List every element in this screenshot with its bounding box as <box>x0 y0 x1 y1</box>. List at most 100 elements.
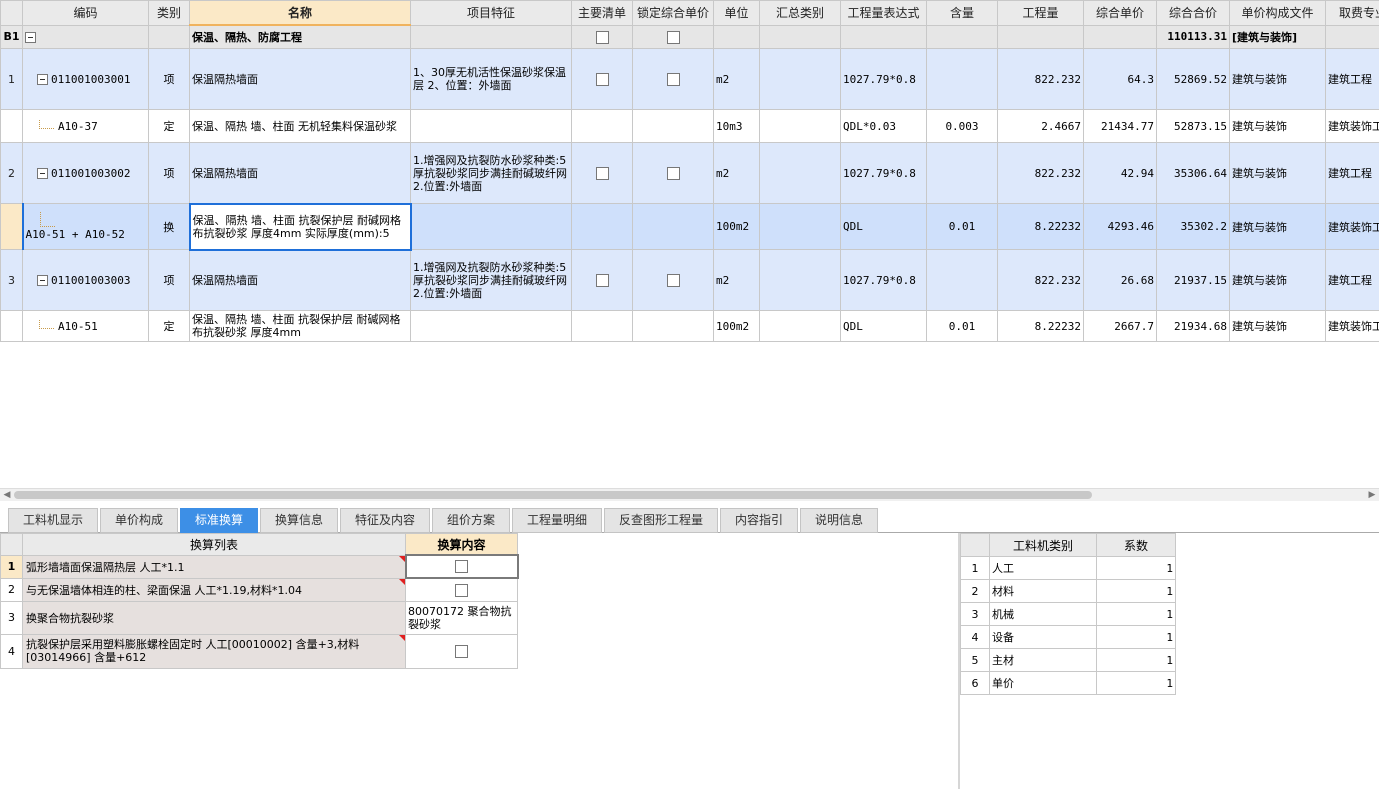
col-header-feature[interactable]: 项目特征 <box>410 0 572 26</box>
coef-row[interactable]: 5 主材 1 <box>960 648 1176 672</box>
item-content[interactable]: 0.003 <box>926 109 998 143</box>
item-quantity[interactable]: 8.22232 <box>997 310 1084 342</box>
item-quantity[interactable]: 8.22232 <box>997 203 1084 250</box>
conversion-row[interactable]: 1 弧形墙墙面保温隔热层 人工*1.1 <box>0 554 519 579</box>
item-quantity[interactable]: 822.232 <box>997 142 1084 204</box>
tab-description[interactable]: 说明信息 <box>800 508 878 533</box>
tab-quantity-detail[interactable]: 工程量明细 <box>512 508 602 533</box>
item-name-editing[interactable]: 保温、隔热 墙、柱面 抗裂保护层 耐碱网格布抗裂砂浆 厚度4mm 实际厚度(mm… <box>188 202 412 251</box>
item-price-file[interactable]: 建筑与装饰 <box>1229 109 1326 143</box>
conversion-row[interactable]: 2 与无保温墙体相连的柱、梁面保温 人工*1.19,材料*1.04 <box>0 577 518 602</box>
scrollbar-thumb[interactable] <box>14 491 1092 499</box>
item-unit-price[interactable]: 64.3 <box>1083 48 1157 110</box>
coef-row[interactable]: 3 机械 1 <box>960 602 1176 626</box>
main-list-checkbox[interactable] <box>595 30 609 44</box>
item-name[interactable]: 保温隔热墙面 <box>189 249 411 311</box>
col-header-summary-cat[interactable]: 汇总类别 <box>759 0 841 26</box>
item-feature[interactable]: 1、30厚无机活性保温砂浆保温层 2、位置：外墙面 <box>410 48 572 110</box>
col-header-category[interactable]: 类别 <box>148 0 190 26</box>
main-list-checkbox[interactable] <box>595 166 609 180</box>
main-list-checkbox[interactable] <box>595 273 609 287</box>
item-fee-type[interactable]: 建筑装饰工程 <box>1325 310 1379 342</box>
lock-price-checkbox[interactable] <box>666 273 680 287</box>
item-unit[interactable]: m2 <box>713 249 760 311</box>
tab-content-guide[interactable]: 内容指引 <box>720 508 798 533</box>
horizontal-scrollbar[interactable]: ◀ ▶ <box>0 488 1379 501</box>
conversion-checkbox[interactable] <box>455 644 468 658</box>
item-fee-type[interactable]: 建筑装饰工程 <box>1325 203 1379 250</box>
table-row[interactable]: 2 011001003002 项 保温隔热墙面 1.增强网及抗裂防水砂浆种类:5… <box>0 142 1379 204</box>
item-unit-price[interactable]: 21434.77 <box>1083 109 1157 143</box>
item-quantity[interactable]: 822.232 <box>997 249 1084 311</box>
item-price-file[interactable]: 建筑与装饰 <box>1229 142 1326 204</box>
item-expression[interactable]: 1027.79*0.8 <box>840 142 927 204</box>
item-expression[interactable]: 1027.79*0.8 <box>840 249 927 311</box>
item-content[interactable] <box>926 249 998 311</box>
coef-value[interactable]: 1 <box>1096 602 1176 626</box>
conversion-row[interactable]: 4 抗裂保护层采用塑料膨胀螺栓固定时 人工[00010002] 含量+3,材料[… <box>0 633 518 669</box>
col-header-lock-price[interactable]: 锁定综合单价 <box>632 0 714 26</box>
item-price-file[interactable]: 建筑与装饰 <box>1229 310 1326 342</box>
tab-pricing-scheme[interactable]: 组价方案 <box>432 508 510 533</box>
coef-value[interactable]: 1 <box>1096 648 1176 672</box>
item-quantity[interactable]: 822.232 <box>997 48 1084 110</box>
item-content[interactable] <box>926 142 998 204</box>
item-fee-type[interactable]: 建筑工程 <box>1325 142 1379 204</box>
tab-labor-material[interactable]: 工料机显示 <box>8 508 98 533</box>
item-name[interactable]: 保温、隔热 墙、柱面 抗裂保护层 耐碱网格布抗裂砂浆 厚度4mm <box>189 310 411 342</box>
item-fee-type[interactable]: 建筑工程 <box>1325 48 1379 110</box>
coef-value[interactable]: 1 <box>1096 579 1176 603</box>
item-price-file[interactable]: 建筑与装饰 <box>1229 203 1326 250</box>
col-header-fee-type[interactable]: 取费专业 <box>1325 0 1379 26</box>
item-unit[interactable]: m2 <box>713 48 760 110</box>
col-header-total[interactable]: 综合合价 <box>1156 0 1230 26</box>
tab-price-composition[interactable]: 单价构成 <box>100 508 178 533</box>
col-header-content[interactable]: 含量 <box>926 0 998 26</box>
lock-price-checkbox[interactable] <box>666 72 680 86</box>
col-header-unit-price[interactable]: 综合单价 <box>1083 0 1157 26</box>
table-row[interactable]: A10-37 定 保温、隔热 墙、柱面 无机轻集料保温砂浆 10m3 QDL*0… <box>0 109 1379 143</box>
main-list-checkbox[interactable] <box>595 72 609 86</box>
item-unit-price[interactable]: 2667.7 <box>1083 310 1157 342</box>
item-unit-price[interactable]: 26.68 <box>1083 249 1157 311</box>
coef-row[interactable]: 6 单价 1 <box>960 671 1176 695</box>
item-unit[interactable]: 100m2 <box>713 310 760 342</box>
item-name[interactable]: 保温、隔热 墙、柱面 无机轻集料保温砂浆 <box>189 109 411 143</box>
item-feature[interactable]: 1.增强网及抗裂防水砂浆种类:5厚抗裂砂浆同步满挂耐碱玻纤网 2.位置:外墙面 <box>410 249 572 311</box>
item-expression[interactable]: QDL <box>840 203 927 250</box>
item-unit-price[interactable]: 4293.46 <box>1083 203 1157 250</box>
item-unit[interactable]: 100m2 <box>713 203 760 250</box>
item-price-file[interactable]: 建筑与装饰 <box>1229 249 1326 311</box>
item-quantity[interactable]: 2.4667 <box>997 109 1084 143</box>
table-row[interactable]: 3 011001003003 项 保温隔热墙面 1.增强网及抗裂防水砂浆种类:5… <box>0 249 1379 311</box>
collapse-icon[interactable] <box>37 74 48 85</box>
coef-row[interactable]: 2 材料 1 <box>960 579 1176 603</box>
conversion-checkbox[interactable] <box>455 560 468 574</box>
conversion-material-select[interactable]: 80070172 聚合物抗裂砂浆 <box>405 600 518 635</box>
item-name[interactable]: 保温隔热墙面 <box>189 142 411 204</box>
collapse-icon[interactable] <box>37 275 48 286</box>
table-row[interactable]: 1 011001003001 项 保温隔热墙面 1、30厚无机活性保温砂浆保温层… <box>0 48 1379 110</box>
col-header-code[interactable]: 编码 <box>22 0 149 26</box>
item-expression[interactable]: QDL <box>840 310 927 342</box>
collapse-icon[interactable] <box>37 168 48 179</box>
item-content[interactable] <box>926 48 998 110</box>
table-row-selected[interactable]: A10-51 + A10-52 换 保温、隔热 墙、柱面 抗裂保护层 耐碱网格布… <box>0 202 1379 251</box>
item-content[interactable]: 0.01 <box>926 310 998 342</box>
item-fee-type[interactable]: 建筑装饰工程 <box>1325 109 1379 143</box>
lock-price-checkbox[interactable] <box>666 30 680 44</box>
col-header-main-list[interactable]: 主要清单 <box>571 0 633 26</box>
tab-standard-conversion[interactable]: 标准换算 <box>180 508 258 533</box>
item-name[interactable]: 保温隔热墙面 <box>189 48 411 110</box>
table-row[interactable]: A10-51 定 保温、隔热 墙、柱面 抗裂保护层 耐碱网格布抗裂砂浆 厚度4m… <box>0 310 1379 342</box>
conversion-checkbox[interactable] <box>455 583 468 597</box>
section-row-b1[interactable]: B1 保温、隔热、防腐工程 110113.31 [建筑与装饰] <box>0 24 1379 49</box>
item-unit[interactable]: m2 <box>713 142 760 204</box>
item-expression[interactable]: QDL*0.03 <box>840 109 927 143</box>
collapse-icon[interactable] <box>25 31 36 43</box>
conversion-row[interactable]: 3 换聚合物抗裂砂浆 80070172 聚合物抗裂砂浆 <box>0 600 518 635</box>
col-header-price-file[interactable]: 单价构成文件 <box>1229 0 1326 26</box>
collapse-cell[interactable] <box>22 24 149 49</box>
item-unit[interactable]: 10m3 <box>713 109 760 143</box>
coef-value[interactable]: 1 <box>1096 625 1176 649</box>
